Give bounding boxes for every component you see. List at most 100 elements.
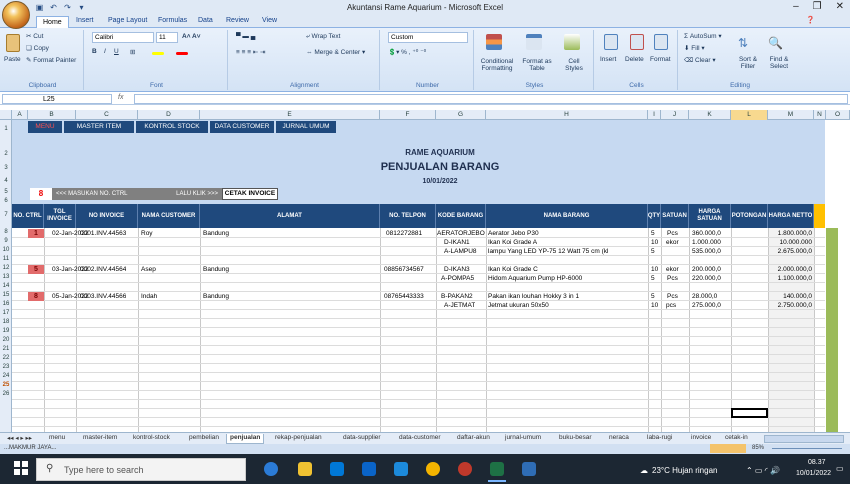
- row-header[interactable]: 2: [0, 151, 12, 157]
- row-header[interactable]: 7: [0, 212, 12, 218]
- merge-center-button[interactable]: ⇔ Merge & Center ▾: [306, 48, 365, 56]
- format-table-button[interactable]: Format as Table: [518, 58, 556, 72]
- save-icon[interactable]: ▣: [34, 2, 45, 13]
- table-cell[interactable]: Ikan Koi Grade C: [488, 265, 538, 274]
- column-header[interactable]: B: [28, 110, 76, 120]
- sheet-tab[interactable]: cetak-in: [722, 434, 751, 441]
- view-buttons-icon[interactable]: [710, 444, 746, 453]
- table-cell[interactable]: 140.000,0: [770, 292, 812, 301]
- row-header[interactable]: 12: [0, 265, 12, 271]
- font-size-select[interactable]: 11: [156, 32, 178, 43]
- data-customer-button[interactable]: DATA CUSTOMER: [210, 121, 274, 133]
- column-header[interactable]: J: [661, 110, 689, 120]
- cetak-invoice-button[interactable]: CETAK INVOICE: [222, 188, 278, 200]
- table-cell[interactable]: Bandung: [203, 265, 229, 274]
- table-cell[interactable]: 0003.INV.44566: [80, 292, 126, 301]
- column-header[interactable]: F: [380, 110, 436, 120]
- row-header[interactable]: 18: [0, 319, 12, 325]
- table-cell[interactable]: 0001.INV.44563: [80, 229, 126, 238]
- italic-button[interactable]: I: [104, 48, 106, 55]
- sheet-tab[interactable]: invoice: [688, 434, 714, 441]
- format-table-icon[interactable]: [526, 34, 542, 50]
- sheet-tab[interactable]: menu: [46, 434, 68, 441]
- row-header[interactable]: 25: [0, 382, 12, 388]
- table-cell[interactable]: 2.675.000,0: [770, 247, 812, 256]
- jurnal-umum-button[interactable]: JURNAL UMUM: [276, 121, 336, 133]
- file-explorer-icon[interactable]: [298, 462, 312, 476]
- active-cell[interactable]: [731, 408, 768, 418]
- zoom-slider[interactable]: [772, 448, 842, 449]
- format-button[interactable]: Format: [650, 56, 671, 63]
- table-cell[interactable]: A-LAMPU8: [444, 247, 477, 256]
- column-header[interactable]: A: [12, 110, 28, 120]
- tab-formulas[interactable]: Formulas: [158, 17, 187, 24]
- table-cell[interactable]: D-IKAN1: [444, 238, 470, 247]
- table-cell[interactable]: 2.000.000,0: [770, 265, 812, 274]
- table-cell[interactable]: Pcs: [667, 274, 678, 283]
- sheet-tab[interactable]: kontrol-stock: [130, 434, 173, 441]
- borders-icon[interactable]: ⊞: [130, 48, 135, 56]
- grow-font-button[interactable]: A˄ A˅: [182, 33, 201, 40]
- ctrl-cell[interactable]: 8: [28, 292, 44, 301]
- windows-start-icon[interactable]: [14, 461, 28, 475]
- table-cell[interactable]: 5: [651, 274, 655, 283]
- table-cell[interactable]: 10: [651, 238, 658, 247]
- row-header[interactable]: 3: [0, 165, 12, 171]
- table-cell[interactable]: 0812272881: [386, 229, 422, 238]
- customize-qat-icon[interactable]: ▾: [76, 2, 87, 13]
- number-format-select[interactable]: Custom: [388, 32, 468, 43]
- table-cell[interactable]: 08765443333: [384, 292, 424, 301]
- table-cell[interactable]: A-POMPA5: [441, 274, 474, 283]
- row-header[interactable]: 14: [0, 283, 12, 289]
- mail-icon[interactable]: [362, 462, 376, 476]
- zoom-level[interactable]: 85%: [752, 445, 764, 451]
- minimize-icon[interactable]: –: [793, 1, 799, 12]
- sheet-tab[interactable]: data-customer: [396, 434, 444, 441]
- table-cell[interactable]: 275.000,0: [692, 301, 721, 310]
- conditional-formatting-icon[interactable]: [486, 34, 502, 50]
- sheet-tab[interactable]: jurnal-umum: [502, 434, 544, 441]
- app-icon[interactable]: [458, 462, 472, 476]
- autosum-button[interactable]: Σ AutoSum ▾: [684, 32, 722, 40]
- table-cell[interactable]: 5: [651, 247, 655, 256]
- sort-filter-button[interactable]: Sort & Filter: [734, 56, 762, 70]
- column-header[interactable]: D: [138, 110, 200, 120]
- table-cell[interactable]: 28.000,0: [692, 292, 717, 301]
- system-tray-icons[interactable]: ⌃ ▭ ◜ 🔊: [746, 466, 780, 475]
- cut-button[interactable]: ✂ Cut: [26, 32, 43, 40]
- table-cell[interactable]: Ikan Koi Grade A: [488, 238, 537, 247]
- table-cell[interactable]: A-JETMAT: [444, 301, 475, 310]
- table-cell[interactable]: 1.000.000: [692, 238, 721, 247]
- table-cell[interactable]: 08856734567: [384, 265, 424, 274]
- sheet-tab[interactable]: rekap-penjualan: [272, 434, 325, 441]
- sheet-tab-active[interactable]: penjualan: [226, 434, 265, 444]
- name-box[interactable]: L25: [2, 94, 112, 104]
- table-cell[interactable]: Hidom Aquarium Pump HP-6000: [488, 274, 582, 283]
- sheet-tab[interactable]: buku-besar: [556, 434, 595, 441]
- insert-cells-icon[interactable]: [604, 34, 618, 50]
- table-cell[interactable]: Jetmat ukuran 50x50: [488, 301, 549, 310]
- table-cell[interactable]: pcs: [666, 301, 676, 310]
- underline-button[interactable]: U: [114, 48, 119, 55]
- format-cells-icon[interactable]: [654, 34, 668, 50]
- table-cell[interactable]: AERATORJEBO: [437, 229, 486, 238]
- tab-review[interactable]: Review: [226, 17, 249, 24]
- paste-icon[interactable]: [6, 34, 20, 52]
- currency-icon[interactable]: 💲▾ % , ⁺⁰ ⁻⁰: [388, 48, 426, 56]
- table-cell[interactable]: Roy: [141, 229, 153, 238]
- redo-icon[interactable]: ↷: [62, 2, 73, 13]
- row-header[interactable]: 9: [0, 238, 12, 244]
- column-header[interactable]: I: [648, 110, 661, 120]
- delete-button[interactable]: Delete: [625, 56, 644, 63]
- kontrol-stock-button[interactable]: KONTROL STOCK: [136, 121, 208, 133]
- copy-button[interactable]: ❏ Copy: [26, 44, 49, 52]
- row-header[interactable]: 11: [0, 256, 12, 262]
- row-header[interactable]: 17: [0, 310, 12, 316]
- row-header[interactable]: 16: [0, 301, 12, 307]
- tab-view[interactable]: View: [262, 17, 277, 24]
- table-cell[interactable]: 10: [651, 301, 658, 310]
- tab-page-layout[interactable]: Page Layout: [108, 17, 147, 24]
- row-header[interactable]: 23: [0, 364, 12, 370]
- fill-button[interactable]: ⬇ Fill ▾: [684, 44, 705, 52]
- row-header[interactable]: 1: [0, 126, 12, 132]
